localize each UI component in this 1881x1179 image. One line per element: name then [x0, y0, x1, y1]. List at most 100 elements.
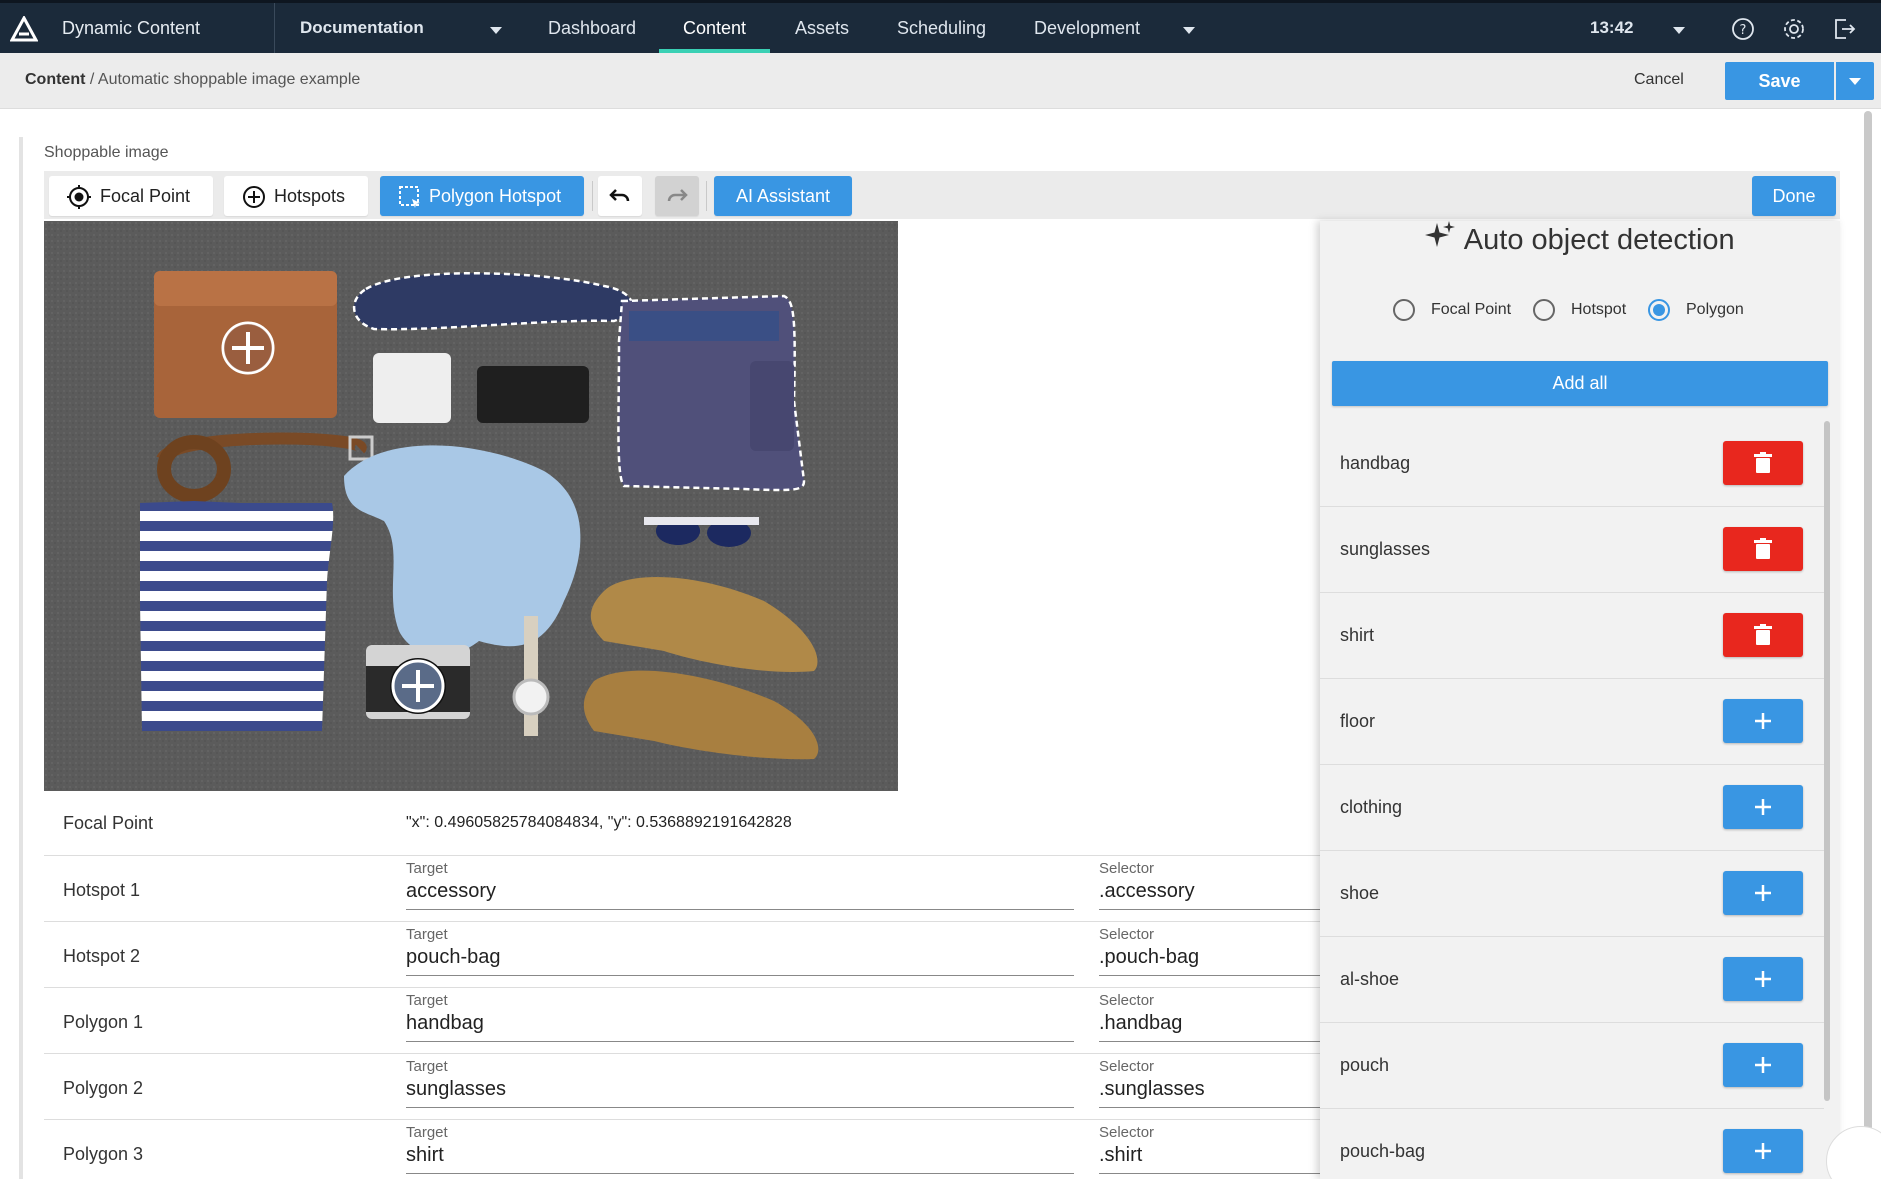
toolbar-divider [592, 181, 593, 211]
amplience-logo-icon[interactable] [10, 16, 38, 44]
add-button[interactable] [1723, 785, 1803, 829]
svg-text:?: ? [1740, 23, 1747, 38]
add-button[interactable] [1723, 957, 1803, 1001]
target-label: Target [406, 860, 448, 877]
object-name: shoe [1340, 883, 1380, 903]
product-flatlay-image[interactable] [44, 221, 898, 791]
trash-icon [1754, 538, 1772, 559]
chevron-down-icon[interactable] [1673, 27, 1685, 34]
table-row: Hotspot 2 Target pouch-bag Selector .pou… [44, 922, 1320, 988]
divider [274, 3, 275, 53]
row-label: Polygon 1 [63, 1012, 144, 1032]
gear-icon[interactable] [1782, 17, 1806, 41]
target-label: Target [406, 926, 448, 943]
panel-title-text: Auto object detection [1463, 224, 1735, 256]
object-name: pouch-bag [1340, 1141, 1426, 1161]
selector-label: Selector [1099, 1058, 1155, 1075]
breadcrumb-current: Automatic shoppable image example [97, 71, 361, 88]
row-label: Polygon 3 [63, 1144, 144, 1164]
table-row: Polygon 1 Target handbag Selector .handb… [44, 988, 1320, 1054]
breadcrumb-root[interactable]: Content [25, 71, 85, 88]
chevron-down-icon[interactable] [490, 27, 502, 34]
selector-label: Selector [1099, 926, 1155, 943]
field-label: Shoppable image [44, 144, 169, 161]
redo-icon [667, 189, 688, 202]
row-label: Focal Point [63, 813, 154, 833]
selector-input[interactable]: .accessory [1099, 880, 1320, 910]
plus-circle-icon [243, 186, 265, 208]
hotspots-button[interactable]: Hotspots [224, 176, 368, 216]
selector-input[interactable]: .pouch-bag [1099, 946, 1320, 976]
undo-icon [609, 189, 630, 202]
selector-input[interactable]: .shirt [1099, 1144, 1320, 1174]
radio-label: Polygon [1686, 301, 1744, 318]
nav-assets[interactable]: Assets [795, 3, 849, 53]
target-input[interactable]: pouch-bag [406, 946, 1074, 976]
object-name: al-shoe [1340, 969, 1400, 989]
save-options-button[interactable] [1836, 62, 1874, 100]
add-button[interactable] [1723, 1043, 1803, 1087]
panel-scrollbar[interactable] [1824, 421, 1830, 1101]
redo-button[interactable] [655, 176, 699, 216]
nav-dashboard[interactable]: Dashboard [548, 3, 636, 53]
cancel-button[interactable]: Cancel [1634, 71, 1684, 89]
logout-icon[interactable] [1832, 17, 1856, 41]
focal-point-value: "x": 0.49605825784084834, "y": 0.5368892… [406, 814, 792, 831]
target-input[interactable]: handbag [406, 1012, 1074, 1042]
sparkles-icon [1425, 221, 1456, 247]
shoppable-image-canvas[interactable] [44, 221, 898, 791]
hotspot-marker-1 [221, 321, 275, 375]
help-icon[interactable]: ? [1731, 17, 1755, 41]
selector-input[interactable]: .sunglasses [1099, 1078, 1320, 1108]
hub-selector[interactable]: Documentation [300, 3, 424, 53]
radio-circle [1533, 299, 1555, 321]
nav-development[interactable]: Development [1034, 3, 1140, 53]
undo-button[interactable] [598, 176, 642, 216]
polygon-hotspot-button[interactable]: Polygon Hotspot [380, 176, 584, 216]
delete-button[interactable] [1723, 441, 1803, 485]
hub-name: Documentation [300, 18, 424, 37]
add-button[interactable] [1723, 871, 1803, 915]
list-item: sunglasses [1320, 507, 1824, 593]
delete-button[interactable] [1723, 527, 1803, 571]
field-indent-rule [19, 137, 23, 1179]
plus-icon [1755, 799, 1771, 815]
chevron-down-icon [1849, 78, 1861, 85]
list-item: handbag [1320, 421, 1824, 507]
table-row: Hotspot 1 Target accessory Selector .acc… [44, 856, 1320, 922]
save-button[interactable]: Save [1725, 62, 1834, 100]
list-item: shirt [1320, 593, 1824, 679]
add-button[interactable] [1723, 699, 1803, 743]
focal-point-button[interactable]: Focal Point [49, 176, 213, 216]
target-label: Target [406, 992, 448, 1009]
list-item: floor [1320, 679, 1824, 765]
page-scrollbar[interactable] [1864, 111, 1872, 1131]
radio-label: Focal Point [1431, 301, 1512, 318]
auto-object-detection-panel: Auto object detection Focal Point Hotspo… [1320, 221, 1840, 1179]
table-row: Polygon 3 Target shirt Selector .shirt [44, 1120, 1320, 1179]
target-input[interactable]: accessory [406, 880, 1074, 910]
focal-point-label: Focal Point [100, 186, 191, 206]
list-item: shoe [1320, 851, 1824, 937]
nav-scheduling[interactable]: Scheduling [897, 3, 986, 53]
add-button[interactable] [1723, 1129, 1803, 1173]
chevron-down-icon[interactable] [1183, 27, 1195, 34]
radio-circle [1393, 299, 1415, 321]
object-name: floor [1340, 711, 1376, 731]
row-label: Hotspot 1 [63, 880, 141, 900]
add-all-button[interactable]: Add all [1332, 361, 1828, 406]
selector-label: Selector [1099, 860, 1155, 877]
target-input[interactable]: shirt [406, 1144, 1074, 1174]
nav-content[interactable]: Content [659, 3, 770, 53]
breadcrumb-bar: Content / Automatic shoppable image exam… [0, 53, 1881, 109]
plus-icon [1755, 885, 1771, 901]
polygon-select-icon [399, 186, 420, 208]
list-item: clothing [1320, 765, 1824, 851]
object-name: sunglasses [1340, 539, 1431, 559]
target-input[interactable]: sunglasses [406, 1078, 1074, 1108]
delete-button[interactable] [1723, 613, 1803, 657]
done-button[interactable]: Done [1752, 176, 1836, 216]
ai-assistant-button[interactable]: AI Assistant [714, 176, 852, 216]
plus-icon [1755, 713, 1771, 729]
selector-input[interactable]: .handbag [1099, 1012, 1320, 1042]
